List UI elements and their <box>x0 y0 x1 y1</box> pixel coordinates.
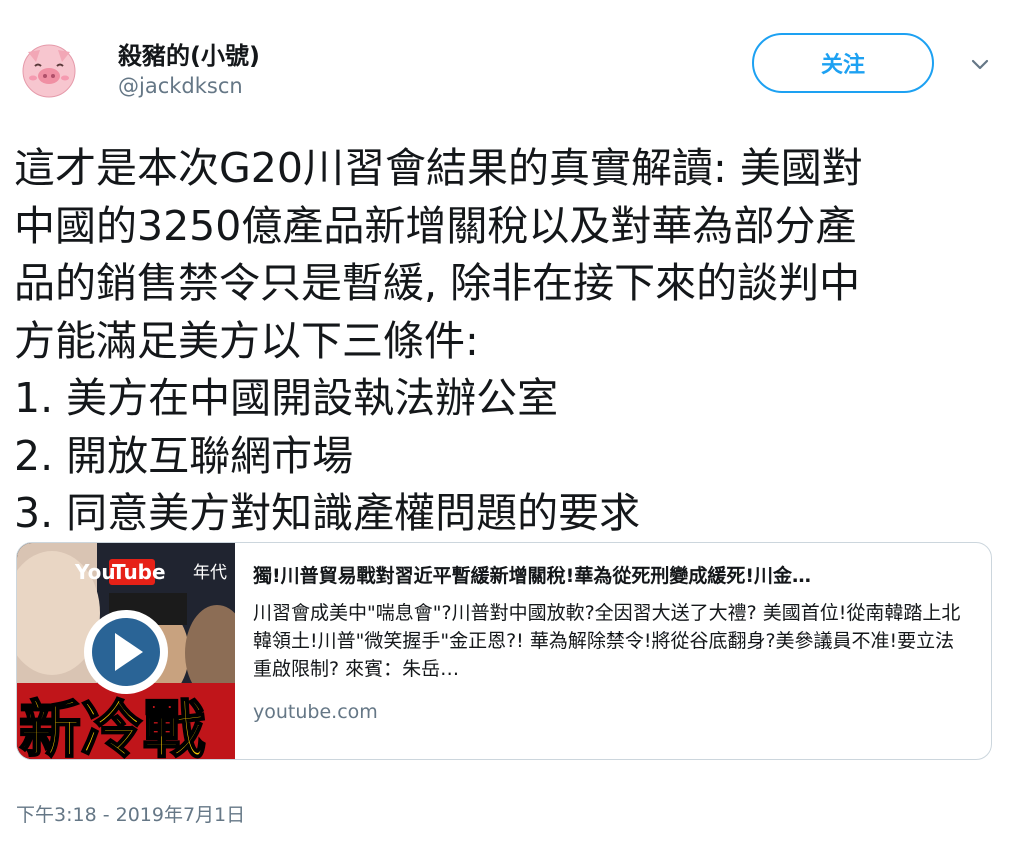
play-icon[interactable] <box>84 610 168 694</box>
tweet-line: 這才是本次G20川習會結果的真實解讀: 美國對 <box>14 144 863 192</box>
card-domain: youtube.com <box>253 701 378 723</box>
thumbnail-overlay-text: 新冷戰 <box>19 693 205 760</box>
channel-text: 年代 <box>193 563 227 583</box>
card-description: 川習會成美中"喘息會"?川普對中國放軟?全因習大送了大禮? 美國首位!從南韓踏上… <box>253 602 961 680</box>
follow-button[interactable]: 关注 <box>752 33 934 93</box>
chevron-down-icon[interactable] <box>968 52 992 76</box>
tweet-line: 品的銷售禁令只是暫緩, 除非在接下來的談判中 <box>14 259 861 307</box>
youtube-logo-tube: Tube <box>112 560 166 584</box>
youtube-logo-you: You <box>74 560 116 584</box>
tweet-line: 2. 開放互聯網市場 <box>14 431 354 480</box>
display-name[interactable]: 殺豬的(小號) <box>118 36 260 71</box>
tweet-line: 3. 同意美方對知識產權問題的要求 <box>14 489 641 537</box>
video-thumbnail[interactable]: 新冷戰 You Tube 年代 <box>17 543 235 760</box>
pig-face-icon <box>22 44 76 98</box>
tweet-header: 殺豬的(小號) @jackdkscn 关注 <box>18 30 998 110</box>
avatar[interactable] <box>18 38 80 100</box>
link-card[interactable]: 新冷戰 You Tube 年代 獨!川普貿易戰對習近平暫緩新增關稅!華為從死刑變… <box>16 542 992 760</box>
tweet-timestamp[interactable]: 下午3:18 - 2019年7月1日 <box>16 800 245 827</box>
card-body: 獨!川普貿易戰對習近平暫緩新增關稅!華為從死刑變成緩死!川金… 川習會成美中"喘… <box>253 563 973 725</box>
tweet-line: 方能滿足美方以下三條件: <box>14 316 479 365</box>
card-title[interactable]: 獨!川普貿易戰對習近平暫緩新增關稅!華為從死刑變成緩死!川金… <box>253 563 973 589</box>
user-handle[interactable]: @jackdkscn <box>118 74 243 98</box>
tweet-line: 中國的3250億產品新增關稅以及對華為部分產 <box>14 201 857 250</box>
tweet-text: 這才是本次G20川習會結果的真實解讀: 美國對 中國的3250億產品新增關稅以及… <box>14 140 996 543</box>
tweet-line: 1. 美方在中國開設執法辦公室 <box>14 374 559 422</box>
